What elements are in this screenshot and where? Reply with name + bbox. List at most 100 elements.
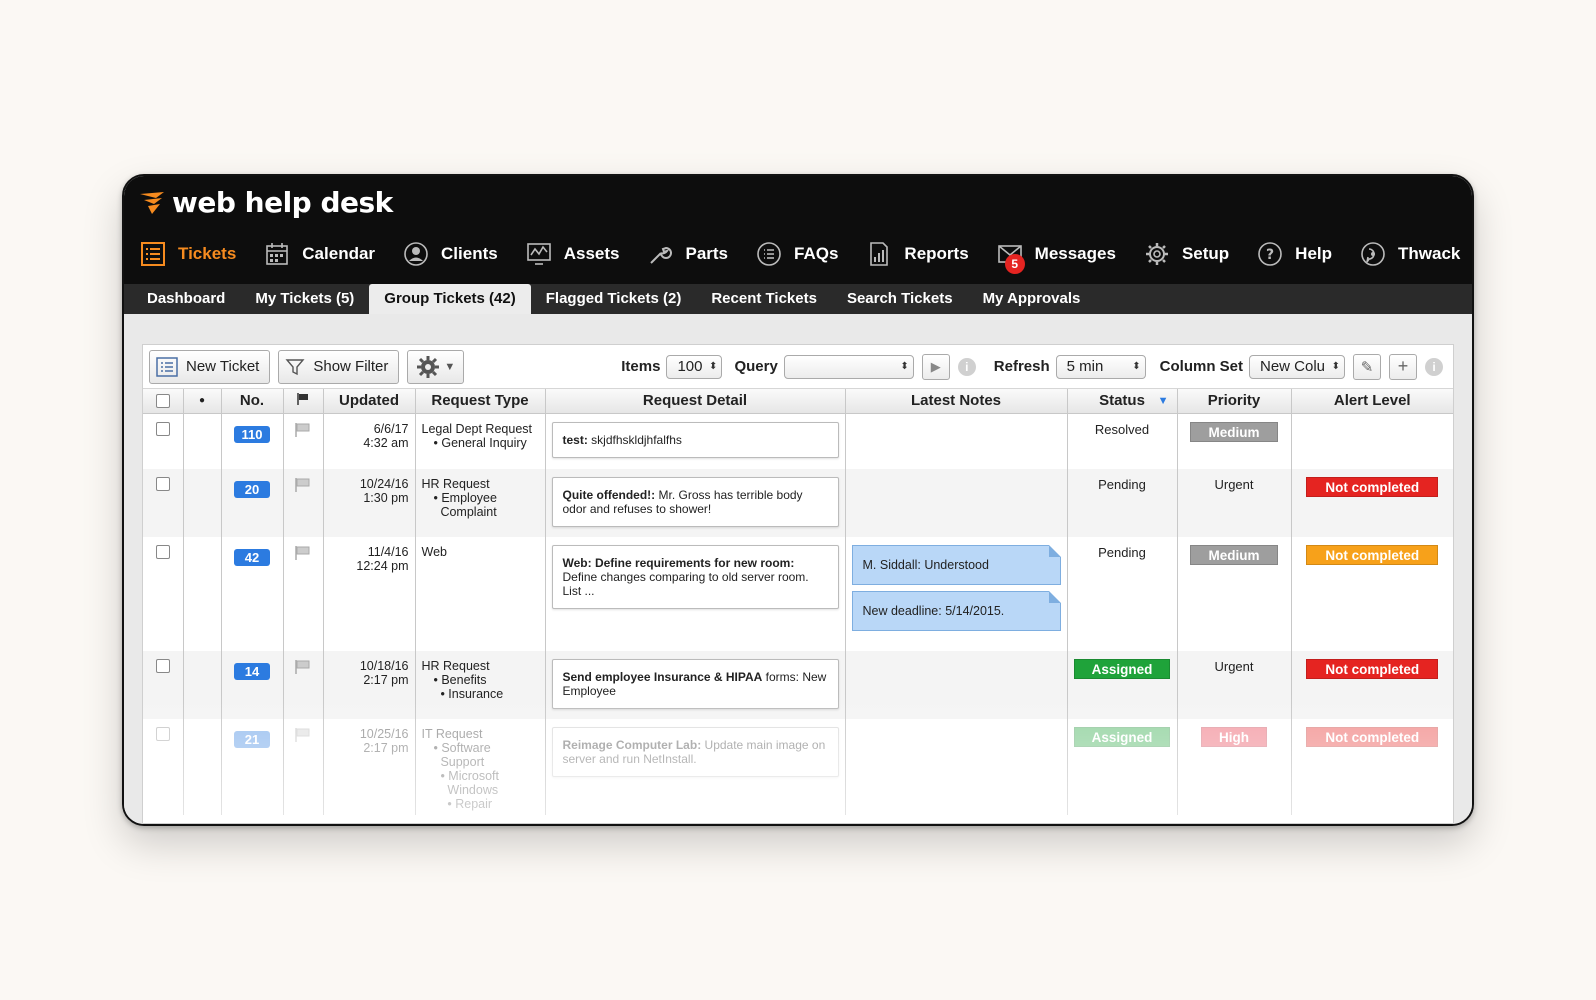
priority-cell: Medium: [1177, 537, 1292, 651]
request-type: Web: [421, 545, 447, 559]
new-ticket-button[interactable]: New Ticket: [149, 349, 271, 384]
request-detail-box[interactable]: test: skjdfhskldjhfalfhs: [551, 421, 839, 458]
ticket-number[interactable]: 14: [234, 663, 270, 680]
nav-assets[interactable]: Assets: [526, 241, 619, 267]
tab-group-tickets[interactable]: Group Tickets (42): [369, 284, 531, 314]
updated-cell: 10/25/16 2:17 pm: [323, 719, 416, 815]
dot-header[interactable]: ●: [183, 389, 222, 414]
tab-my-approvals[interactable]: My Approvals: [968, 284, 1096, 314]
request-type-cell: HR Request • Benefits • Insurance: [415, 651, 546, 719]
select-arrows-icon: ⬍: [1132, 361, 1141, 372]
flag-icon[interactable]: [284, 659, 323, 678]
help-icon: ?: [1257, 241, 1283, 267]
info-icon[interactable]: i: [957, 357, 976, 376]
updated-date: 10/25/16: [359, 727, 409, 741]
request-detail-box[interactable]: Send employee Insurance & HIPAA forms: N…: [551, 659, 839, 709]
note-card[interactable]: M. Siddall: Understood: [851, 545, 1061, 585]
request-detail-box[interactable]: Reimage Computer Lab: Update main image …: [551, 727, 839, 777]
note-card[interactable]: New deadline: 5/14/2015.: [851, 591, 1061, 631]
table-row[interactable]: 110 6/6/17 4:32 am Legal Dept Request • Gene…: [143, 413, 1453, 469]
ticket-number[interactable]: 42: [234, 549, 270, 566]
request-detail-box[interactable]: Web: Define requirements for new room: D…: [551, 545, 839, 609]
alert-level-cell: Not completed: [1291, 651, 1453, 719]
ticket-number[interactable]: 20: [234, 481, 270, 498]
table-row[interactable]: 20 10/24/16 1:30 pm HR Request • Employee Co…: [143, 469, 1453, 537]
nav-help-label: Help: [1295, 244, 1333, 263]
nav-help[interactable]: ? Help: [1257, 241, 1332, 267]
request-detail-box[interactable]: Quite offended!: Mr. Gross has terrible …: [551, 477, 839, 527]
tab-search-tickets[interactable]: Search Tickets: [832, 284, 968, 314]
row-checkbox[interactable]: [155, 477, 170, 491]
nav-messages[interactable]: 5 Messages: [997, 241, 1116, 274]
no-header[interactable]: No.: [221, 389, 284, 414]
ticket-number-cell: 110: [221, 413, 284, 469]
logo: web help desk: [138, 186, 393, 219]
ticket-number[interactable]: 21: [234, 731, 270, 748]
row-checkbox[interactable]: [155, 659, 170, 673]
query-label: Query: [734, 358, 778, 375]
items-select[interactable]: 100 ⬍: [666, 354, 723, 379]
report-icon: [866, 241, 892, 267]
nav-reports-label: Reports: [904, 244, 969, 263]
status-cell: Assigned: [1067, 719, 1178, 815]
run-query-button[interactable]: ▶: [921, 353, 950, 380]
nav-thwack[interactable]: Thwack: [1360, 241, 1460, 267]
settings-dropdown-button[interactable]: ▼: [407, 349, 465, 384]
latest-notes-cell: [845, 719, 1068, 815]
request-type-header[interactable]: Request Type: [415, 389, 546, 414]
nav-calendar[interactable]: Calendar: [264, 241, 375, 267]
flag-icon[interactable]: [284, 545, 323, 564]
latest-notes-header[interactable]: Latest Notes: [845, 389, 1068, 414]
flag-icon[interactable]: [284, 477, 323, 496]
alert-level-header[interactable]: Alert Level: [1291, 389, 1453, 414]
show-filter-button[interactable]: Show Filter: [278, 349, 400, 384]
column-set-select[interactable]: New Colu ⬍: [1249, 354, 1345, 379]
tickets-table-body: 110 6/6/17 4:32 am Legal Dept Request • Gene…: [143, 413, 1453, 815]
row-checkbox[interactable]: [155, 727, 170, 741]
nav-reports[interactable]: Reports: [866, 241, 969, 267]
table-row[interactable]: 14 10/18/16 2:17 pm HR Request • Benefits • …: [143, 651, 1453, 719]
tab-dashboard[interactable]: Dashboard: [132, 284, 240, 314]
refresh-label: Refresh: [993, 358, 1050, 375]
ticket-number[interactable]: 110: [234, 425, 270, 443]
alert-level-badge: Not completed: [1306, 477, 1439, 497]
user-icon: [403, 241, 429, 267]
table-row[interactable]: 21 10/25/16 2:17 pm IT Request • Software Su…: [143, 719, 1453, 815]
status-header[interactable]: Status ▼: [1067, 389, 1178, 414]
nav-faqs[interactable]: FAQs: [756, 241, 838, 267]
refresh-select[interactable]: 5 min ⬍: [1055, 354, 1146, 379]
priority-header[interactable]: Priority: [1177, 389, 1292, 414]
updated-header[interactable]: Updated: [323, 389, 416, 414]
tab-my-tickets[interactable]: My Tickets (5): [240, 284, 369, 314]
main-nav: Tickets Calendar Clients Assets Parts FAQs Rep…: [140, 240, 1472, 274]
content-area: New Ticket Show Filter ▼ Items 100 ⬍ Que…: [124, 314, 1472, 824]
gear-icon: [1144, 241, 1170, 267]
request-detail-header[interactable]: Request Detail: [545, 389, 846, 414]
alert-level-cell: Not completed: [1291, 469, 1453, 537]
tab-recent-tickets[interactable]: Recent Tickets: [696, 284, 832, 314]
info-icon[interactable]: i: [1425, 357, 1443, 376]
add-column-set-button[interactable]: +: [1389, 353, 1417, 380]
row-checkbox[interactable]: [155, 545, 170, 559]
request-subtype: • General Inquiry: [433, 435, 527, 450]
select-all-checkbox[interactable]: [155, 393, 170, 408]
nav-tickets[interactable]: Tickets: [140, 241, 236, 267]
flag-icon[interactable]: [284, 422, 323, 441]
ticket-number-cell: 42: [221, 537, 284, 651]
query-select[interactable]: ⬍: [783, 354, 914, 379]
updated-time: 2:17 pm: [363, 741, 409, 755]
nav-parts-label: Parts: [685, 244, 729, 263]
flag-cell: [283, 413, 324, 469]
table-row[interactable]: 42 11/4/16 12:24 pm Web Web: Define requirem…: [143, 537, 1453, 651]
nav-parts[interactable]: Parts: [647, 241, 728, 267]
flag-icon[interactable]: [284, 727, 323, 746]
row-checkbox[interactable]: [155, 421, 170, 436]
tab-flagged-tickets[interactable]: Flagged Tickets (2): [531, 284, 697, 314]
request-detail-cell: Quite offended!: Mr. Gross has terrible …: [545, 469, 846, 537]
request-subtype: • Insurance: [433, 687, 504, 701]
nav-clients[interactable]: Clients: [403, 241, 498, 267]
edit-column-set-button[interactable]: ✎: [1353, 353, 1381, 380]
request-type: Legal Dept Request: [421, 421, 533, 436]
flag-header[interactable]: [283, 389, 324, 414]
nav-setup[interactable]: Setup: [1144, 241, 1229, 267]
